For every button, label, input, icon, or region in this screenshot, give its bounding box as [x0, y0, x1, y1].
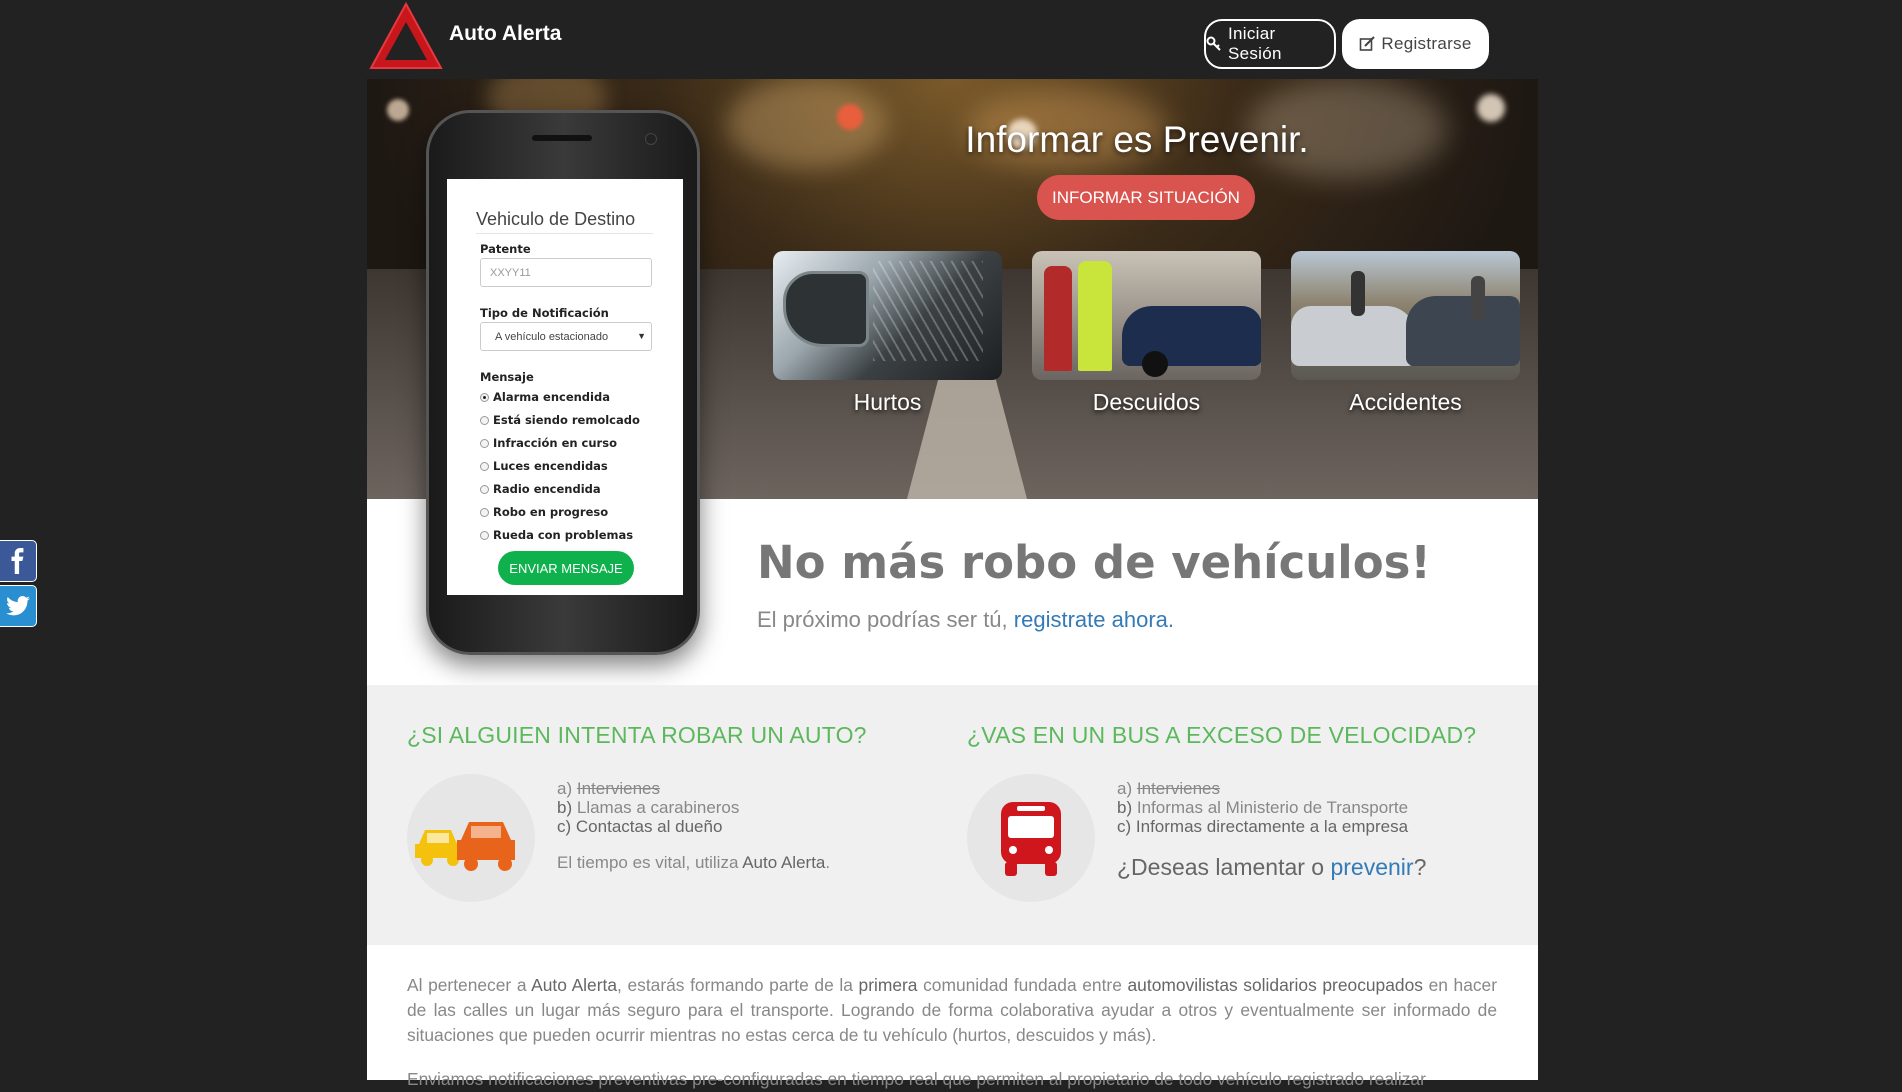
radio-button[interactable] [480, 438, 489, 448]
form-title: Vehiculo de Destino [476, 209, 636, 229]
bus-options: a) Intervienes b) Informas al Ministerio… [1117, 779, 1408, 836]
bus-icon [1001, 802, 1061, 876]
message-option-label: Rueda con problemas [493, 528, 634, 542]
hero-title: Informar es Prevenir. [965, 119, 1309, 160]
register-button[interactable]: Registrarse [1342, 19, 1489, 69]
cars-icon-circle [407, 774, 535, 902]
message-option[interactable]: Está siendo remolcado [480, 413, 640, 427]
inform-situation-button[interactable]: INFORMAR SITUACIÓN [1037, 175, 1255, 220]
notification-type-value: A vehículo estacionado [495, 330, 609, 343]
car-scenario-heading: ¿SI ALGUIEN INTENTA ROBAR UN AUTO? [407, 722, 867, 748]
phone-mockup: Vehiculo de Destino Patente XXYY11 Tipo … [426, 110, 700, 655]
message-option-label: Está siendo remolcado [493, 413, 640, 427]
category-label: Accidentes [1349, 389, 1462, 415]
message-option[interactable]: Robo en progreso [480, 505, 608, 519]
banner-headline: No más robo de vehículos! [757, 536, 1431, 589]
bus-option-c: c) Informas directamente a la empresa [1117, 817, 1409, 836]
banner-subtitle: El próximo podrías ser tú, registrate ah… [757, 607, 1174, 633]
radio-button[interactable] [480, 530, 489, 540]
category-accidentes[interactable]: Accidentes [1291, 251, 1520, 416]
car-option-b: b) Llamas a carabineros [557, 798, 740, 817]
broken-window-image [773, 251, 1002, 380]
login-label: Iniciar Sesión [1227, 24, 1282, 63]
category-hurtos[interactable]: Hurtos [773, 251, 1002, 416]
register-now-link[interactable]: registrate ahora. [1014, 607, 1174, 632]
notification-form: Vehiculo de Destino Patente XXYY11 Tipo … [447, 179, 683, 595]
message-option[interactable]: Luces encendidas [480, 459, 608, 473]
message-option[interactable]: Rueda con problemas [480, 528, 633, 542]
car-option-c: c) Contactas al dueño [557, 817, 723, 836]
bus-option-a: a) Intervienes [1117, 779, 1221, 798]
twitter-icon [6, 596, 30, 616]
message-option-label: Radio encendida [493, 482, 601, 496]
warning-triangle-logo[interactable] [369, 0, 443, 74]
scenarios-section: ¿SI ALGUIEN INTENTA ROBAR UN AUTO? a) In… [367, 685, 1538, 945]
radio-button[interactable] [480, 484, 489, 494]
plate-input[interactable]: XXYY11 [480, 258, 652, 287]
category-descuidos[interactable]: Descuidos [1032, 251, 1261, 416]
header: Auto Alerta Iniciar Sesión Registrarse [367, 0, 1538, 79]
category-label: Hurtos [853, 389, 922, 415]
message-option[interactable]: Alarma encendida [480, 390, 610, 404]
category-label: Descuidos [1092, 389, 1201, 415]
car-accident-image [1291, 251, 1520, 380]
message-option-label: Alarma encendida [493, 390, 610, 404]
login-button[interactable]: Iniciar Sesión [1204, 19, 1336, 69]
radio-button[interactable] [480, 392, 489, 402]
facebook-icon [11, 548, 24, 574]
notification-type-label: Tipo de Notificación [480, 306, 609, 320]
page: Auto Alerta Iniciar Sesión Registrarse I… [367, 0, 1538, 1089]
car-option-a: a) Intervienes [557, 779, 661, 798]
form-divider [476, 233, 653, 234]
radio-button[interactable] [480, 507, 489, 517]
brand-name[interactable]: Auto Alerta [449, 22, 561, 46]
about-section: Al pertenecer a Auto Alerta, estarás for… [367, 945, 1538, 1089]
message-option-label: Infracción en curso [493, 436, 617, 450]
bus-icon-circle [967, 774, 1095, 902]
caret-down-icon: ▼ [637, 331, 646, 341]
bus-scenario-heading: ¿VAS EN UN BUS A EXCESO DE VELOCIDAD? [967, 722, 1477, 748]
bus-note: ¿Deseas lamentar o prevenir? [1117, 854, 1427, 880]
prevent-link[interactable]: prevenir [1330, 854, 1413, 880]
car-options: a) Intervienes b) Llamas a carabineros c… [557, 779, 739, 836]
plate-label: Patente [480, 242, 531, 256]
notification-type-select[interactable]: A vehículo estacionado ▼ [480, 322, 652, 351]
cars-icon [415, 822, 515, 871]
phone-camera [645, 133, 657, 145]
twitter-share-button[interactable] [0, 585, 37, 627]
register-label: Registrarse [1381, 34, 1472, 53]
message-label: Mensaje [480, 370, 534, 384]
radio-button[interactable] [480, 461, 489, 471]
car-note: El tiempo es vital, utiliza Auto Alerta. [557, 853, 831, 872]
message-option-label: Luces encendidas [493, 459, 608, 473]
message-option-label: Robo en progreso [493, 505, 609, 519]
phone-speaker [532, 135, 592, 141]
banner-subtitle-text: El próximo podrías ser tú, [757, 607, 1008, 632]
key-icon [1206, 36, 1221, 51]
facebook-share-button[interactable] [0, 540, 37, 582]
bus-option-b: b) Informas al Ministerio de Transporte [1117, 798, 1409, 817]
message-option[interactable]: Infracción en curso [480, 436, 617, 450]
about-paragraph-1: Al pertenecer a Auto Alerta, estarás for… [407, 975, 1498, 1045]
message-option[interactable]: Radio encendida [480, 482, 601, 496]
traffic-stop-image [1032, 251, 1261, 380]
radio-button[interactable] [480, 415, 489, 425]
edit-icon [1360, 36, 1376, 51]
send-message-button[interactable]: ENVIAR MENSAJE [498, 551, 634, 585]
